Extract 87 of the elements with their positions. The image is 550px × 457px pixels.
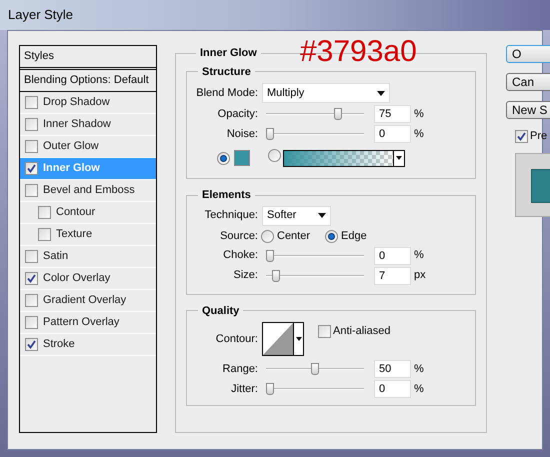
slider-thumb[interactable]	[266, 128, 274, 140]
slider-thumb[interactable]	[311, 363, 319, 375]
unit-label: %	[414, 106, 424, 122]
unit-label: px	[414, 268, 426, 284]
checkbox[interactable]	[38, 206, 51, 219]
checkbox[interactable]	[25, 118, 38, 131]
slider-thumb[interactable]	[266, 383, 274, 395]
window-title: Layer Style	[8, 6, 74, 24]
style-item[interactable]: Color Overlay	[20, 268, 156, 290]
number-field[interactable]: 0	[374, 380, 411, 398]
color-swatch[interactable]	[234, 150, 250, 166]
slider[interactable]	[266, 270, 364, 282]
dialog-button[interactable]: New S	[506, 101, 550, 119]
field-label: Opacity:	[216, 106, 258, 122]
style-item[interactable]: Drop Shadow	[20, 92, 156, 114]
dropdown[interactable]: Softer	[262, 206, 331, 226]
number-field[interactable]: 0	[374, 246, 411, 264]
option-label: Edge	[341, 229, 367, 244]
group-title: Quality	[201, 304, 240, 318]
checkbox[interactable]	[25, 184, 38, 197]
field-label: Technique:	[204, 208, 258, 224]
checkbox[interactable]	[25, 250, 38, 263]
number-field[interactable]: 50	[374, 360, 411, 378]
gradient-picker[interactable]	[283, 150, 405, 166]
checkbox[interactable]	[318, 324, 331, 338]
number-field[interactable]: 7	[374, 266, 411, 284]
caret-icon	[396, 156, 402, 160]
radio-button[interactable]	[217, 152, 230, 164]
field-label: Choke:	[222, 248, 258, 264]
caret-icon	[296, 337, 302, 341]
group-title: Elements	[201, 188, 252, 203]
style-item[interactable]: Gradient Overlay	[20, 290, 156, 312]
caret-icon	[318, 213, 326, 218]
group-title: Structure	[201, 64, 252, 80]
checkbox[interactable]	[25, 96, 38, 109]
style-item[interactable]: Pattern Overlay	[20, 312, 156, 334]
slider[interactable]	[266, 363, 364, 375]
style-item[interactable]: Contour	[20, 202, 156, 224]
style-item[interactable]: Stroke	[20, 334, 156, 356]
slider-thumb[interactable]	[266, 250, 274, 262]
style-item[interactable]: Texture	[20, 224, 156, 246]
field-label: Jitter:	[230, 382, 258, 397]
slider[interactable]	[266, 108, 364, 120]
checkbox-label: Anti-aliased	[333, 324, 390, 339]
field-label: Source:	[219, 229, 258, 244]
style-item[interactable]: Blending Options: Default	[20, 70, 156, 92]
checkbox[interactable]	[25, 140, 38, 153]
contour-picker[interactable]	[262, 322, 304, 356]
contour-curve-icon	[263, 323, 293, 355]
slider-thumb[interactable]	[272, 270, 280, 282]
group-title: Inner Glow	[199, 46, 258, 61]
radio-button[interactable]	[325, 230, 338, 243]
unit-label: %	[414, 382, 424, 397]
dialog-button[interactable]: O	[506, 45, 550, 63]
checkbox-label: Pre	[530, 129, 548, 144]
number-field[interactable]: 75	[374, 105, 411, 123]
number-field[interactable]: 0	[374, 125, 411, 143]
unit-label: %	[414, 248, 424, 264]
radio-button[interactable]	[261, 230, 274, 243]
option-label: Center	[277, 229, 310, 244]
caret-icon	[377, 90, 385, 96]
radio-button[interactable]	[268, 148, 281, 162]
slider[interactable]	[266, 128, 364, 140]
checkbox[interactable]	[25, 294, 38, 307]
unit-label: %	[414, 126, 424, 142]
field-label: Size:	[232, 268, 258, 284]
unit-label: %	[414, 362, 424, 377]
dialog-button[interactable]: Can	[506, 73, 550, 91]
checkbox[interactable]	[25, 338, 38, 351]
field-label: Blend Mode:	[195, 86, 258, 101]
field-label: Range:	[222, 362, 258, 377]
checkbox[interactable]	[38, 228, 51, 241]
checkbox[interactable]	[25, 316, 38, 329]
style-item[interactable]: Inner Shadow	[20, 114, 156, 136]
slider[interactable]	[266, 250, 364, 262]
checkbox[interactable]	[25, 162, 38, 175]
style-item[interactable]: Bevel and Emboss	[20, 180, 156, 202]
slider[interactable]	[266, 383, 364, 395]
checkbox[interactable]	[25, 272, 38, 285]
field-label: Contour:	[214, 332, 258, 347]
list-header[interactable]: Styles	[20, 46, 156, 70]
dropdown[interactable]: Multiply	[262, 83, 390, 103]
slider-thumb[interactable]	[334, 108, 342, 120]
annotation-text: #3793a0	[300, 37, 417, 67]
field-label: Noise:	[226, 126, 258, 142]
checkbox[interactable]	[515, 130, 528, 143]
style-item[interactable]: Satin	[20, 246, 156, 268]
